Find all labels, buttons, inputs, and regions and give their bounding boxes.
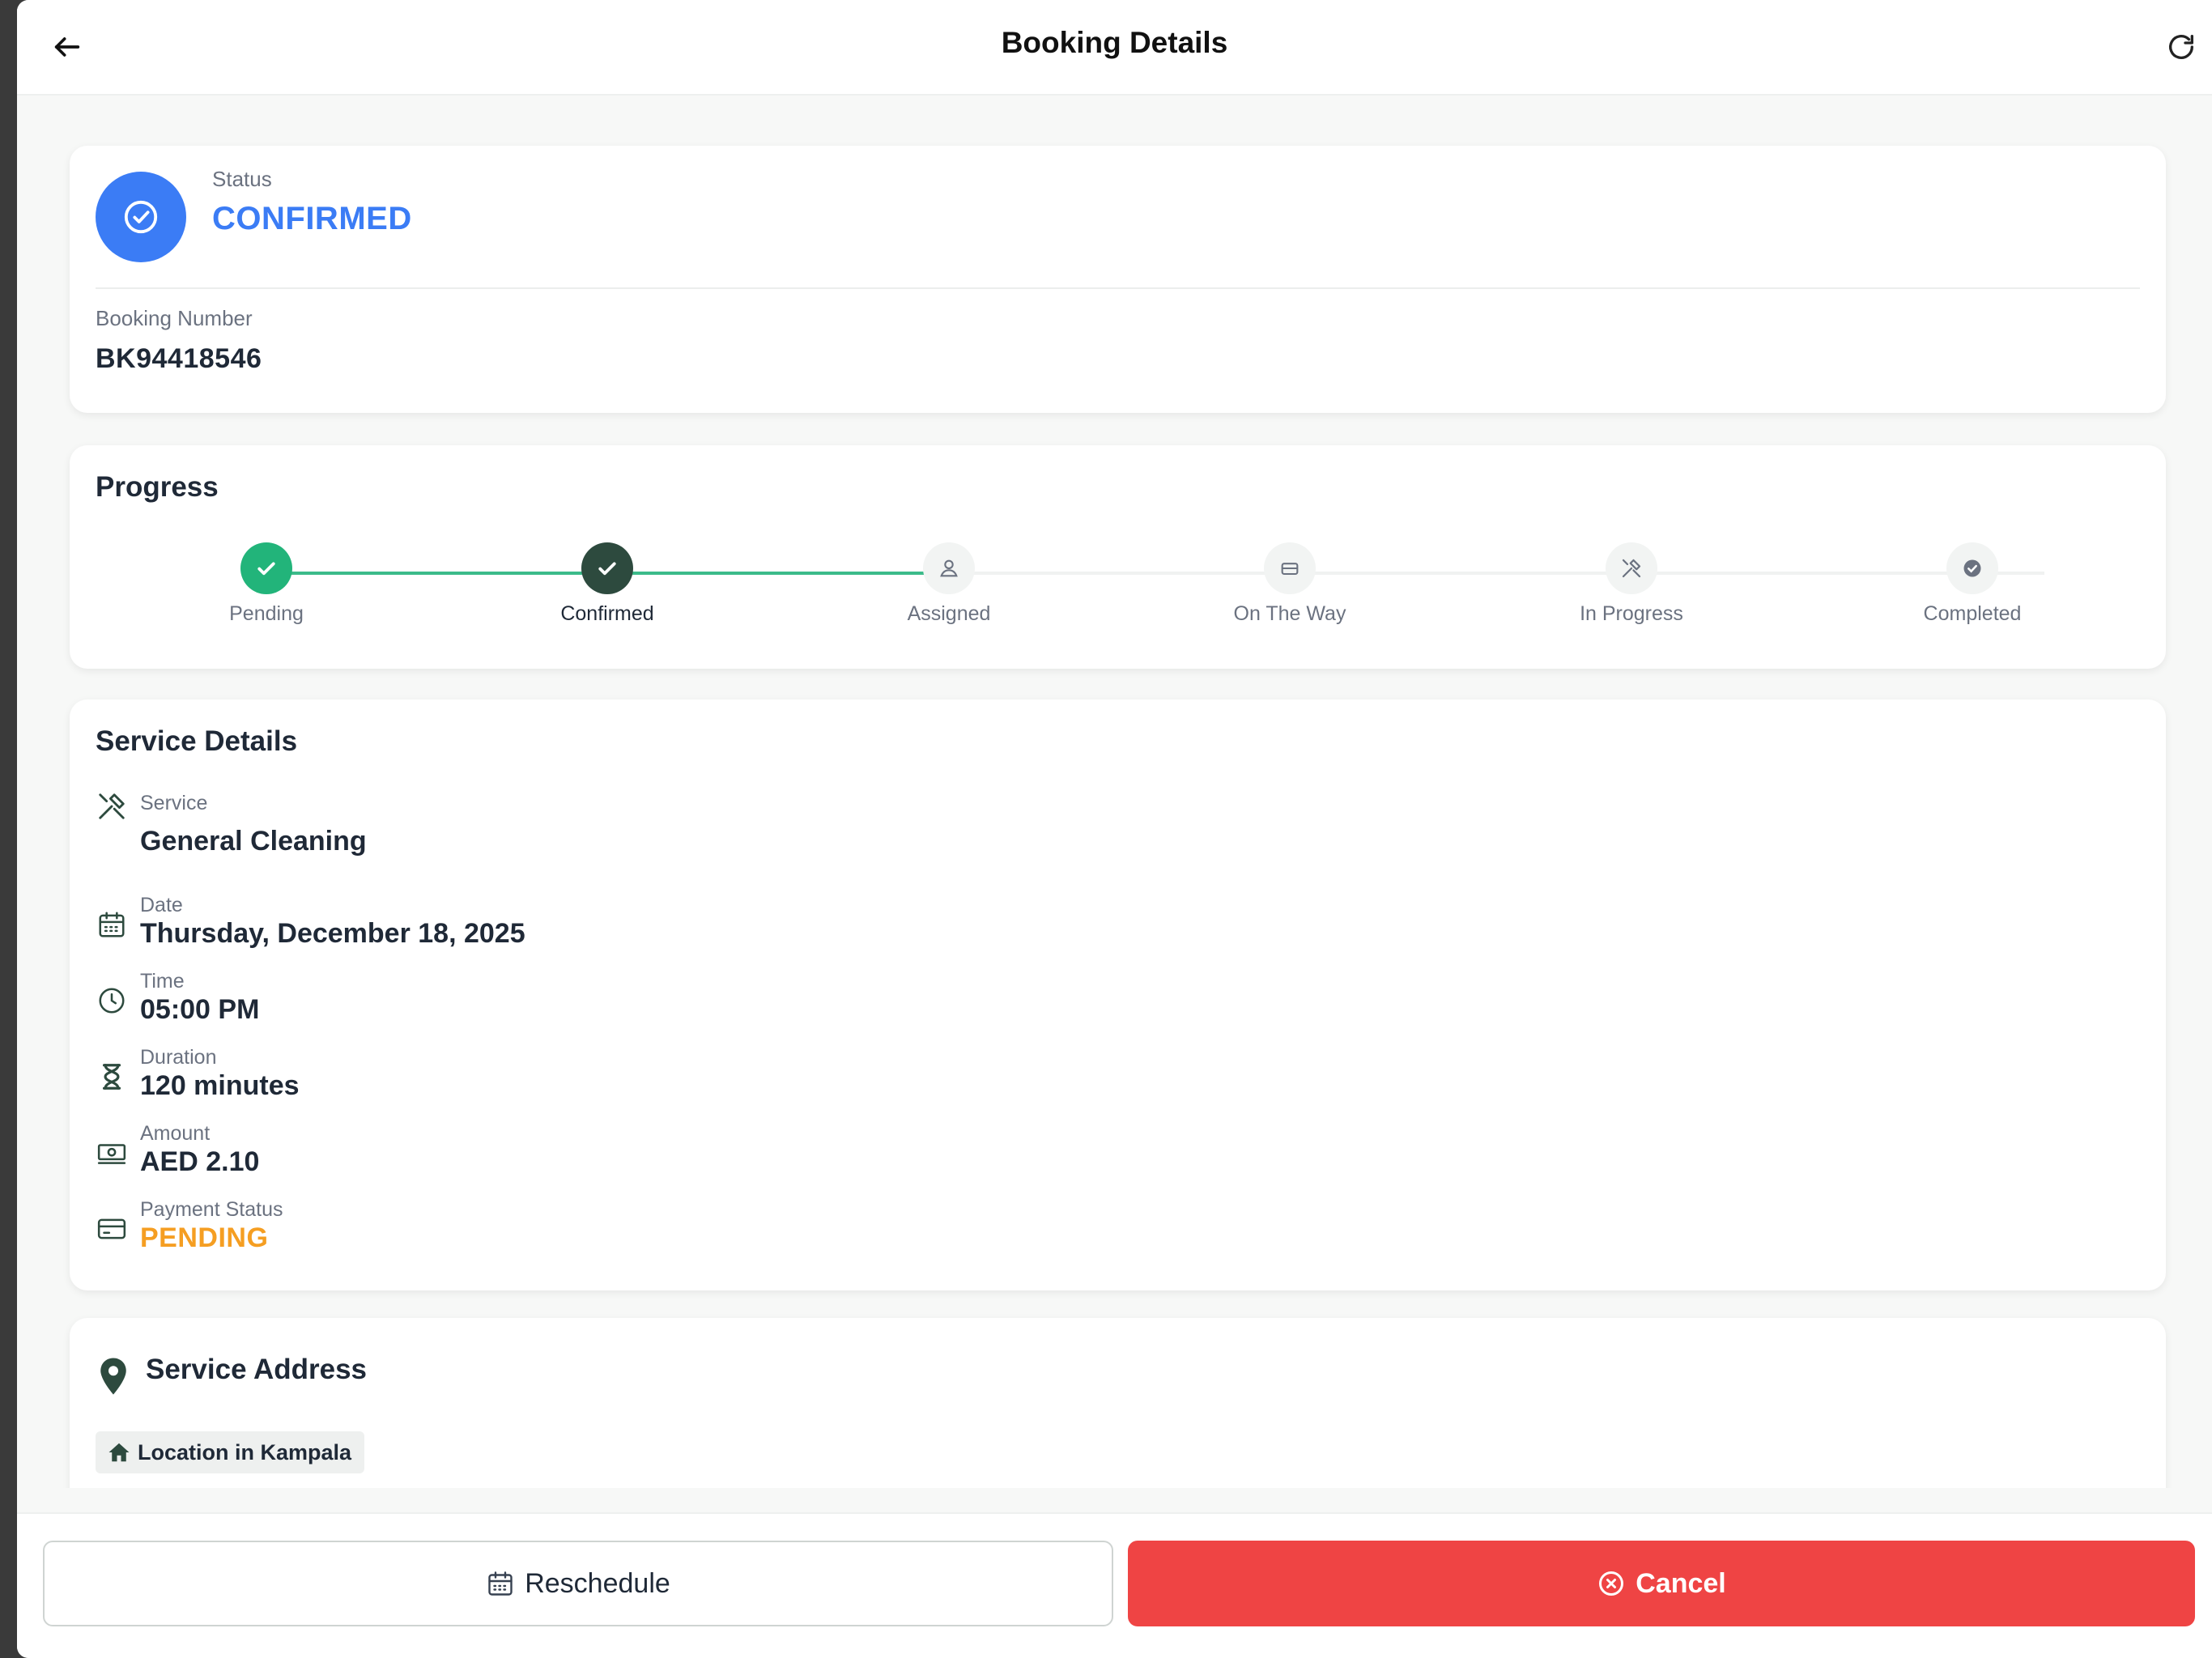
duration-row: Duration 120 minutes xyxy=(96,1046,743,1111)
calendar-icon xyxy=(488,1571,513,1596)
step-pending: Pending xyxy=(177,542,355,626)
status-label: Status xyxy=(212,167,272,191)
close-circle-icon xyxy=(1599,1571,1624,1596)
amount-row: Amount AED 2.10 xyxy=(96,1122,743,1187)
progress-title: Progress xyxy=(96,471,219,503)
payment-status-label: Payment Status xyxy=(140,1198,283,1221)
step-dot xyxy=(240,542,292,594)
time-row: Time 05:00 PM xyxy=(96,970,743,1035)
service-address-card: Service Address Location in Kampala xyxy=(70,1318,2166,1488)
status-value: CONFIRMED xyxy=(212,201,412,236)
step-dot xyxy=(1264,542,1316,594)
refresh-icon xyxy=(2169,35,2193,59)
time-label: Time xyxy=(140,970,185,993)
payment-status-value: PENDING xyxy=(140,1222,269,1253)
car-icon xyxy=(1281,563,1299,576)
map-pin-icon xyxy=(99,1357,128,1400)
step-assigned: Assigned xyxy=(860,542,1038,626)
step-confirmed: Confirmed xyxy=(518,542,696,626)
payment-status-row: Payment Status PENDING xyxy=(96,1198,743,1263)
check-icon xyxy=(257,562,275,576)
step-dot xyxy=(1946,542,1998,594)
booking-number-label: Booking Number xyxy=(96,306,253,330)
booking-details-screen: Booking Details Status CONFIRMED Booking… xyxy=(17,0,2212,1658)
step-label: On The Way xyxy=(1233,602,1346,625)
service-label: Service xyxy=(140,792,208,814)
check-badge-icon xyxy=(1963,559,1981,577)
status-badge xyxy=(96,172,186,262)
action-bar: Reschedule Cancel xyxy=(17,1512,2212,1658)
booking-number-value: BK94418546 xyxy=(96,343,262,374)
duration-label: Duration xyxy=(140,1046,217,1069)
step-dot xyxy=(1606,542,1657,594)
location-text: Location in Kampala xyxy=(138,1439,352,1465)
app-header: Booking Details xyxy=(17,0,2212,96)
clock-icon xyxy=(96,984,128,1017)
cancel-button[interactable]: Cancel xyxy=(1128,1541,2195,1626)
service-row: Service General Cleaning xyxy=(96,790,743,863)
user-icon xyxy=(940,559,958,577)
service-address-title: Service Address xyxy=(146,1354,368,1385)
date-row: Date Thursday, December 18, 2025 xyxy=(96,894,743,959)
check-icon xyxy=(598,562,616,576)
tools-icon xyxy=(1622,559,1641,578)
step-on-the-way: On The Way xyxy=(1201,542,1379,626)
step-in-progress: In Progress xyxy=(1542,542,1721,626)
hourglass-icon xyxy=(96,1061,128,1093)
step-label: In Progress xyxy=(1580,602,1683,625)
reschedule-label: Reschedule xyxy=(525,1567,670,1599)
money-icon xyxy=(96,1137,128,1169)
tools-icon xyxy=(96,790,128,823)
step-label: Pending xyxy=(229,602,304,625)
step-dot xyxy=(923,542,975,594)
step-label: Confirmed xyxy=(560,602,654,625)
amount-label: Amount xyxy=(140,1122,211,1145)
step-completed: Completed xyxy=(1883,542,2061,626)
check-circle-icon xyxy=(124,200,158,234)
home-icon xyxy=(108,1443,130,1462)
progress-track-empty xyxy=(931,572,2044,575)
status-card: Status CONFIRMED Booking Number BK944185… xyxy=(70,146,2166,413)
step-label: Completed xyxy=(1923,602,2022,625)
page-title: Booking Details xyxy=(1001,26,1228,59)
service-details-title: Service Details xyxy=(96,725,298,757)
divider xyxy=(96,287,2140,289)
reschedule-button[interactable]: Reschedule xyxy=(43,1541,1113,1626)
step-label: Assigned xyxy=(907,602,991,625)
refresh-button[interactable] xyxy=(2159,24,2204,70)
cancel-label: Cancel xyxy=(1636,1567,1726,1599)
date-label: Date xyxy=(140,894,183,916)
service-details-card: Service Details Service General Cleaning… xyxy=(70,699,2166,1290)
calendar-icon xyxy=(96,908,128,941)
progress-card: Progress Pending Confirmed Assigned On T… xyxy=(70,445,2166,669)
service-value: General Cleaning xyxy=(140,826,367,857)
date-value: Thursday, December 18, 2025 xyxy=(140,918,525,949)
amount-value: AED 2.10 xyxy=(140,1146,260,1177)
time-value: 05:00 PM xyxy=(140,994,260,1025)
location-chip[interactable]: Location in Kampala xyxy=(96,1431,365,1473)
duration-value: 120 minutes xyxy=(140,1070,300,1101)
scroll-content[interactable]: Status CONFIRMED Booking Number BK944185… xyxy=(17,96,2212,1488)
credit-card-icon xyxy=(96,1213,128,1245)
step-dot xyxy=(581,542,633,594)
